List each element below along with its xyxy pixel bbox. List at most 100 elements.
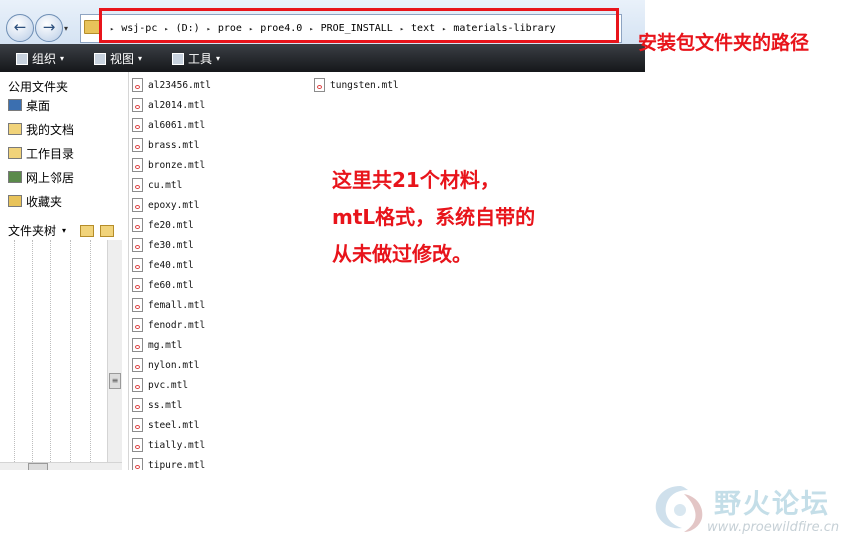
watermark: 野火论坛 www.proewildfire.cn <box>650 480 855 542</box>
material-file-icon <box>132 358 143 372</box>
folder-tree-vertical-scrollbar[interactable]: ≡ <box>107 240 122 462</box>
path-annotation: 安装包文件夹的路径 <box>638 32 810 54</box>
annotation-line: mtL格式，系统自带的 <box>332 205 536 229</box>
material-file-icon <box>132 458 143 470</box>
material-file-icon <box>132 238 143 252</box>
material-file-icon <box>132 198 143 212</box>
views-label: 视图 <box>110 52 135 66</box>
file-name: femall.mtl <box>148 299 206 311</box>
organize-label: 组织 <box>32 52 57 66</box>
material-file-icon <box>132 98 143 112</box>
file-name: fe40.mtl <box>148 259 194 271</box>
file-name: mg.mtl <box>148 339 183 351</box>
file-item[interactable]: femall.mtl <box>132 297 205 313</box>
sidebar-item[interactable]: 工作目录 <box>8 144 74 162</box>
file-name: ss.mtl <box>148 399 183 411</box>
file-item[interactable]: fe60.mtl <box>132 277 194 293</box>
annotation-line: 从未做过修改。 <box>332 242 472 266</box>
material-file-icon <box>132 78 143 92</box>
file-item[interactable]: fe20.mtl <box>132 217 194 233</box>
views-menu[interactable]: 视图 ▾ <box>94 50 142 67</box>
delete-folder-icon[interactable] <box>100 224 115 237</box>
scroll-thumb[interactable] <box>28 463 48 470</box>
file-item[interactable]: epoxy.mtl <box>132 197 199 213</box>
sidebar-item[interactable]: 网上邻居 <box>8 168 74 186</box>
new-folder-icon[interactable] <box>80 224 95 237</box>
chevron-down-icon: ▾ <box>60 54 65 63</box>
address-bar: ← → ▾ ▸ wsj-pc ▸ (D:) ▸ proe ▸ proe4.0 ▸ PROE_INS… <box>0 0 645 45</box>
material-file-icon <box>132 218 143 232</box>
scroll-thumb[interactable]: ≡ <box>109 373 121 389</box>
material-file-icon <box>132 138 143 152</box>
file-name: fe60.mtl <box>148 279 194 291</box>
file-name: al23456.mtl <box>148 79 211 91</box>
desktop-icon <box>8 99 22 111</box>
material-file-icon <box>132 318 143 332</box>
folder-tree[interactable] <box>8 240 108 462</box>
file-item[interactable]: al23456.mtl <box>132 77 211 93</box>
path-highlight-box <box>99 8 619 43</box>
sidebar-item-label: 桌面 <box>26 98 51 113</box>
material-file-icon <box>132 278 143 292</box>
material-file-icon <box>132 178 143 192</box>
chevron-down-icon: ▾ <box>62 226 67 235</box>
organize-icon <box>16 52 28 65</box>
file-item[interactable]: nylon.mtl <box>132 357 199 373</box>
file-name: tipure.mtl <box>148 459 206 471</box>
file-name: epoxy.mtl <box>148 199 200 211</box>
file-item[interactable]: pvc.mtl <box>132 377 188 393</box>
sidebar-item-label: 收藏夹 <box>26 194 63 209</box>
file-item[interactable]: tially.mtl <box>132 437 205 453</box>
material-file-icon <box>132 158 143 172</box>
forum-logo-icon <box>655 486 703 532</box>
tools-icon <box>172 52 184 65</box>
recent-pages-dropdown-icon[interactable]: ▾ <box>64 24 68 33</box>
file-item[interactable]: mg.mtl <box>132 337 182 353</box>
chevron-down-icon: ▾ <box>216 54 221 63</box>
documents-icon <box>8 123 22 135</box>
views-icon <box>94 52 106 65</box>
file-item[interactable]: brass.mtl <box>132 137 199 153</box>
folder-tree-horizontal-scrollbar[interactable] <box>0 462 122 470</box>
organize-menu[interactable]: 组织 ▾ <box>16 50 64 67</box>
file-item[interactable]: bronze.mtl <box>132 157 205 173</box>
working-directory-icon <box>8 147 22 159</box>
file-name: brass.mtl <box>148 139 200 151</box>
sidebar-item[interactable]: 收藏夹 <box>8 192 62 210</box>
file-name: al6061.mtl <box>148 119 206 131</box>
forward-button[interactable]: → <box>35 14 63 42</box>
material-file-icon <box>314 78 325 92</box>
sidebar-item-label: 网上邻居 <box>26 170 75 185</box>
file-item[interactable]: fe30.mtl <box>132 237 194 253</box>
folder-tree-header[interactable]: 文件夹树 ▾ <box>8 222 115 239</box>
file-name: tially.mtl <box>148 439 206 451</box>
annotation-line: 这里共21个材料， <box>332 168 500 192</box>
material-file-icon <box>132 438 143 452</box>
file-name: fe30.mtl <box>148 239 194 251</box>
favorites-title: 公用文件夹 <box>8 80 69 94</box>
file-item[interactable]: fe40.mtl <box>132 257 194 273</box>
back-button[interactable]: ← <box>6 14 34 42</box>
file-item[interactable]: ss.mtl <box>132 397 182 413</box>
file-item[interactable]: tipure.mtl <box>132 457 205 470</box>
tools-menu[interactable]: 工具 ▾ <box>172 50 220 67</box>
file-item[interactable]: fenodr.mtl <box>132 317 205 333</box>
file-item[interactable]: al2014.mtl <box>132 97 205 113</box>
navigation-pane: 公用文件夹 桌面我的文档工作目录网上邻居收藏夹 文件夹树 ▾ ≡ <box>0 72 129 470</box>
file-name: bronze.mtl <box>148 159 206 171</box>
material-file-icon <box>132 298 143 312</box>
sidebar-item-label: 我的文档 <box>26 122 75 137</box>
sidebar-item[interactable]: 桌面 <box>8 96 50 114</box>
file-item[interactable]: steel.mtl <box>132 417 199 433</box>
network-icon <box>8 171 22 183</box>
sidebar-item[interactable]: 我的文档 <box>8 120 74 138</box>
file-item[interactable]: tungsten.mtl <box>314 77 399 93</box>
material-file-icon <box>132 118 143 132</box>
folder-tree-label: 文件夹树 <box>8 224 57 238</box>
file-item[interactable]: al6061.mtl <box>132 117 205 133</box>
tools-label: 工具 <box>188 52 213 66</box>
chevron-down-icon: ▾ <box>138 54 143 63</box>
watermark-url: www.proewildfire.cn <box>707 520 840 535</box>
file-item[interactable]: cu.mtl <box>132 177 182 193</box>
file-name: fenodr.mtl <box>148 319 206 331</box>
